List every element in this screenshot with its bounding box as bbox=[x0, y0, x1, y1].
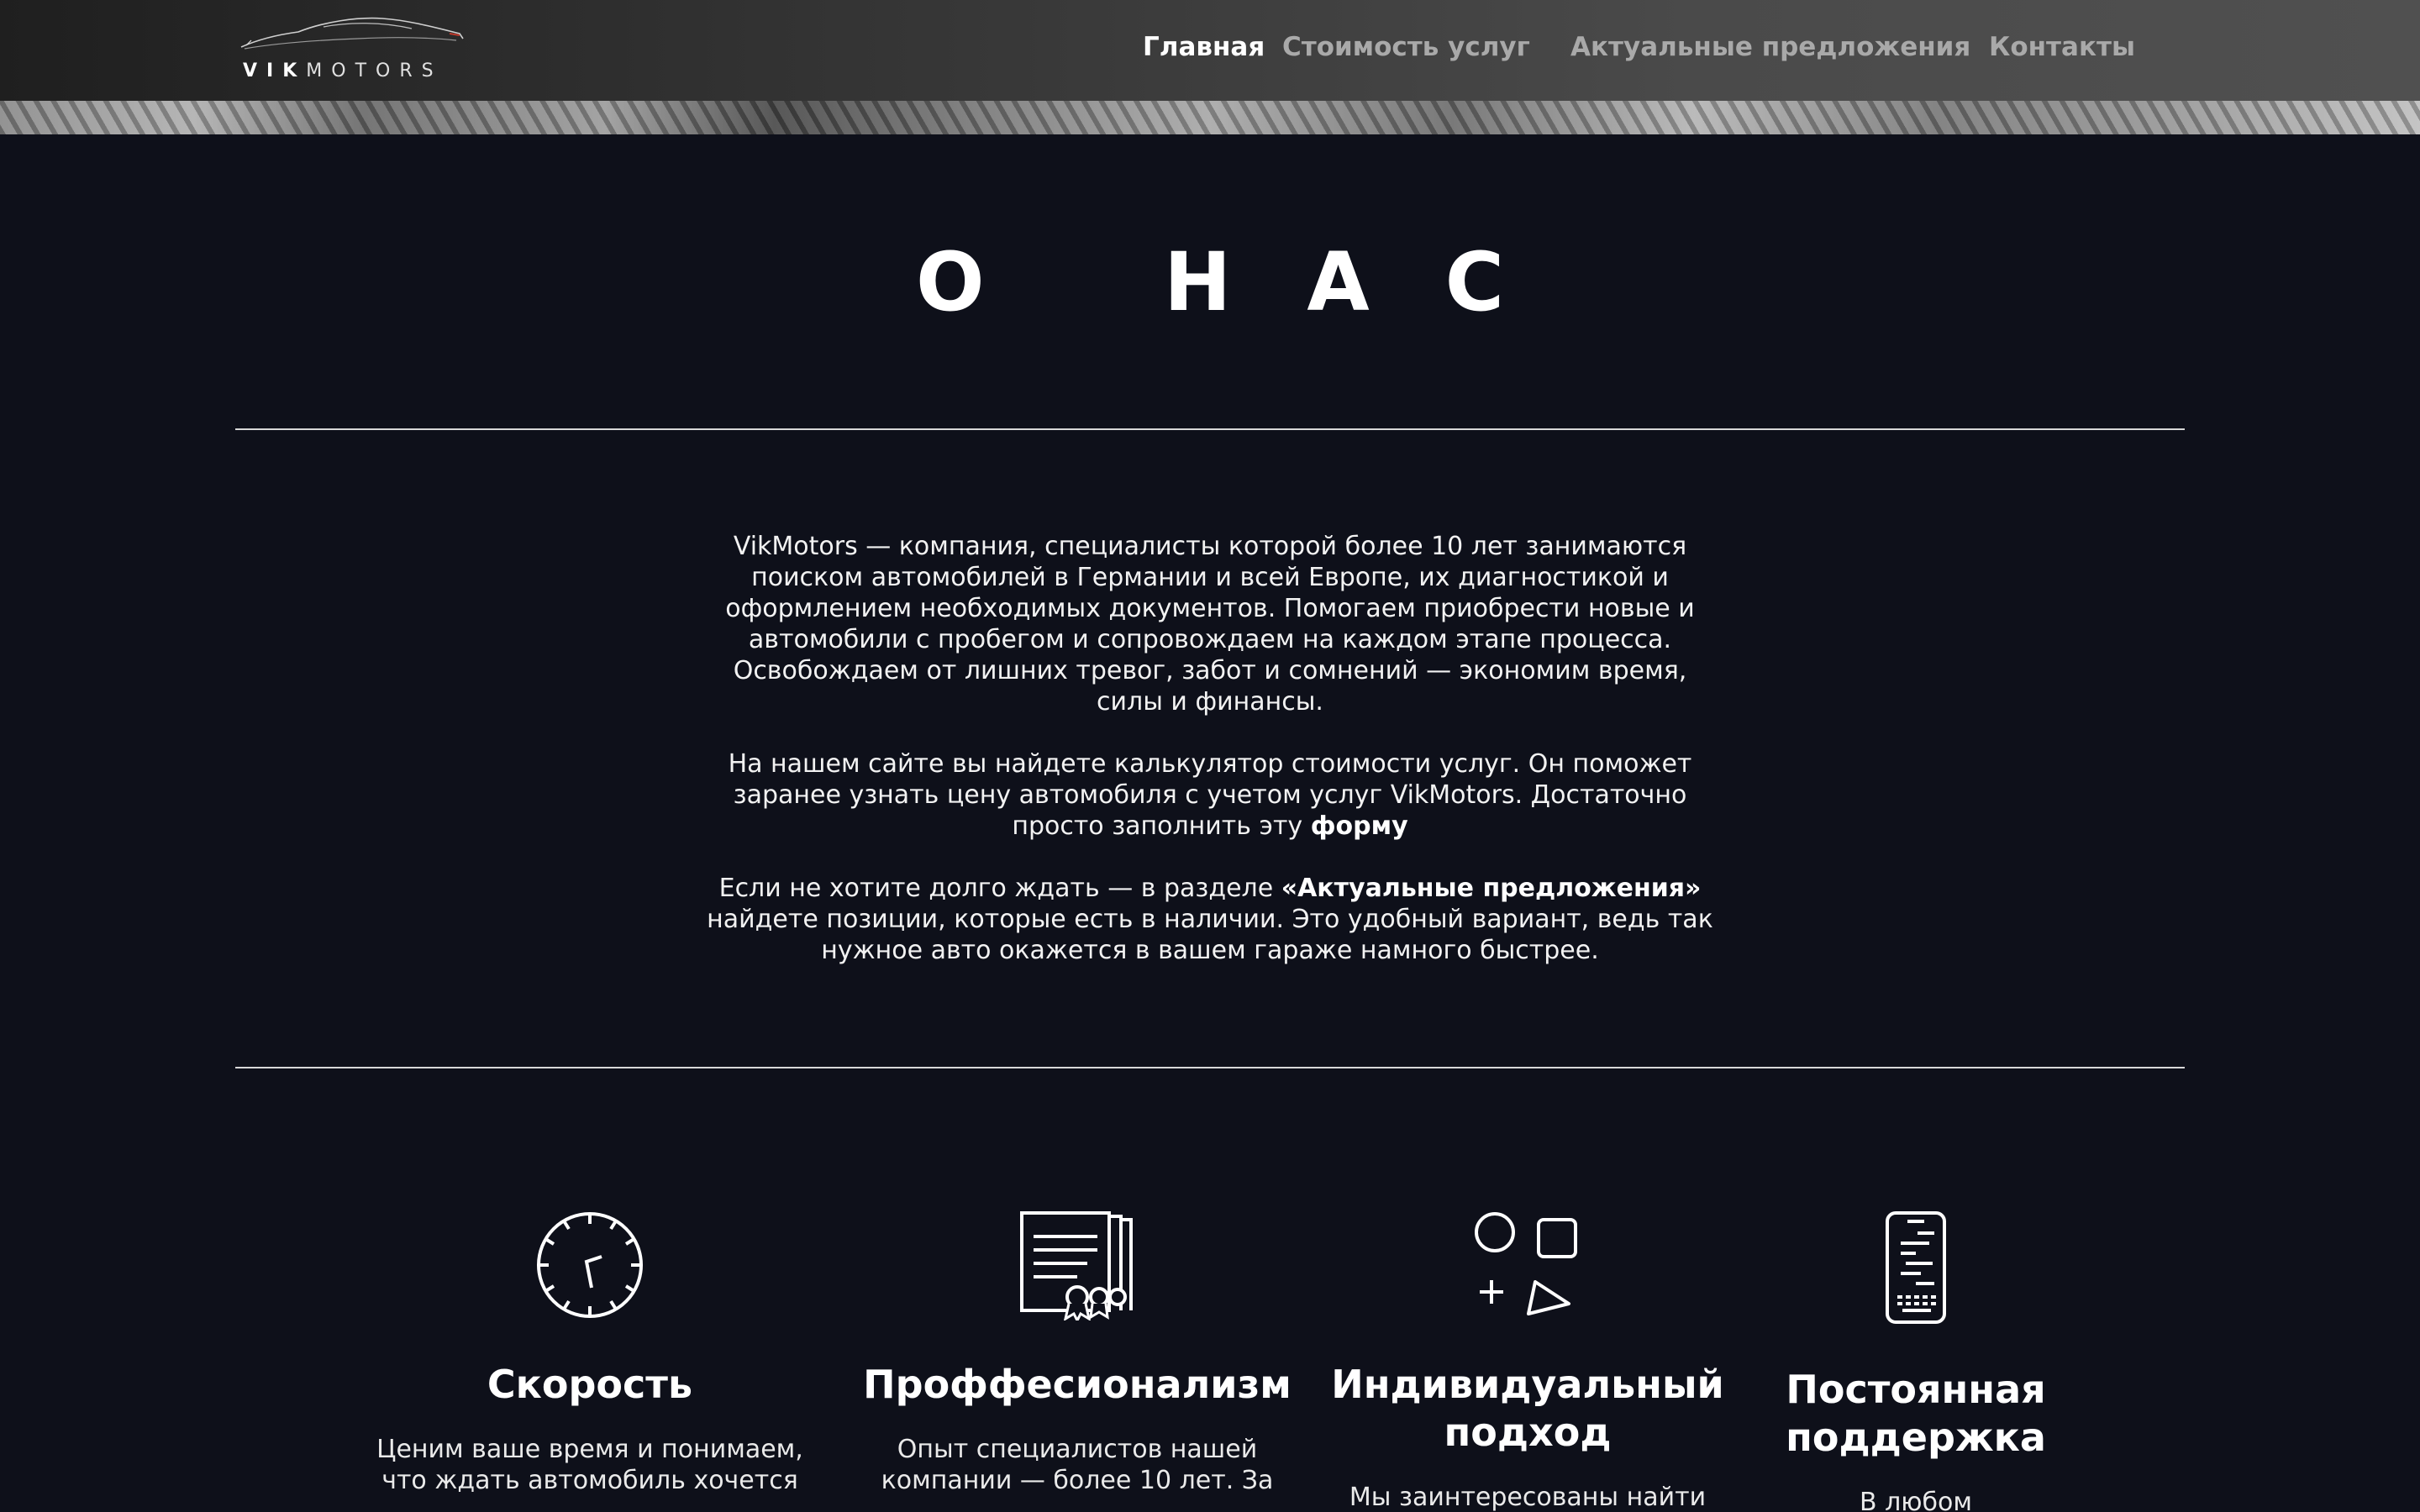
feature-professionalism: Проффесионализм Опыт специалистов нашей … bbox=[859, 1210, 1296, 1496]
feature-text: Мы заинтересованы найти bbox=[1349, 1483, 1707, 1512]
divider bbox=[235, 1067, 2185, 1068]
nav-item-pricing[interactable]: Стоимость услуг bbox=[1282, 32, 1530, 62]
certificate-icon bbox=[1020, 1211, 1133, 1320]
about-paragraph: На нашем сайте вы найдете калькулятор ст… bbox=[728, 749, 1692, 841]
feature-title: Постоянная поддержка bbox=[1786, 1367, 2046, 1460]
divider bbox=[235, 428, 2185, 430]
about-text: VikMotors — компания, специалисты которо… bbox=[706, 531, 1714, 997]
nav-item-contacts[interactable]: Контакты bbox=[1989, 32, 2135, 62]
feature-support: Постоянная поддержка В любом bbox=[1766, 1210, 2065, 1512]
page-title: О НАС bbox=[915, 235, 1581, 329]
logo[interactable]: VIKMOTORS bbox=[239, 15, 466, 82]
site-header: VIKMOTORS Главная Стоимость услуг Актуал… bbox=[0, 0, 2420, 134]
logo-text: VIKMOTORS bbox=[243, 60, 443, 81]
form-link[interactable]: форму bbox=[1311, 811, 1408, 841]
feature-text: Опыт специалистов нашей компании — более… bbox=[881, 1435, 1274, 1495]
header-background-image bbox=[0, 101, 2420, 134]
feature-text: В любом bbox=[1859, 1488, 1973, 1512]
shapes-icon bbox=[1475, 1212, 1577, 1315]
clock-icon bbox=[537, 1212, 643, 1318]
nav-item-offers[interactable]: Актуальные предложения bbox=[1570, 32, 1970, 62]
about-paragraph: Если не хотите долго ждать — в разделе «… bbox=[707, 874, 1713, 965]
phone-icon bbox=[1886, 1211, 1946, 1324]
feature-speed: Скорость Ценим ваше время и понимаем, чт… bbox=[371, 1210, 808, 1496]
nav-item-home[interactable]: Главная bbox=[1143, 32, 1265, 62]
feature-title: Скорость bbox=[487, 1362, 693, 1407]
car-silhouette-icon bbox=[240, 17, 464, 50]
about-paragraph: VikMotors — компания, специалисты которо… bbox=[725, 532, 1695, 717]
feature-title: Индивидуальный подход bbox=[1331, 1362, 1724, 1455]
feature-text: Ценим ваше время и понимаем, что ждать а… bbox=[376, 1435, 803, 1495]
offers-link[interactable]: «Актуальные предложения» bbox=[1281, 874, 1702, 903]
feature-title: Проффесионализм bbox=[863, 1362, 1292, 1407]
feature-individual: Индивидуальный подход Мы заинтересованы … bbox=[1321, 1210, 1734, 1512]
